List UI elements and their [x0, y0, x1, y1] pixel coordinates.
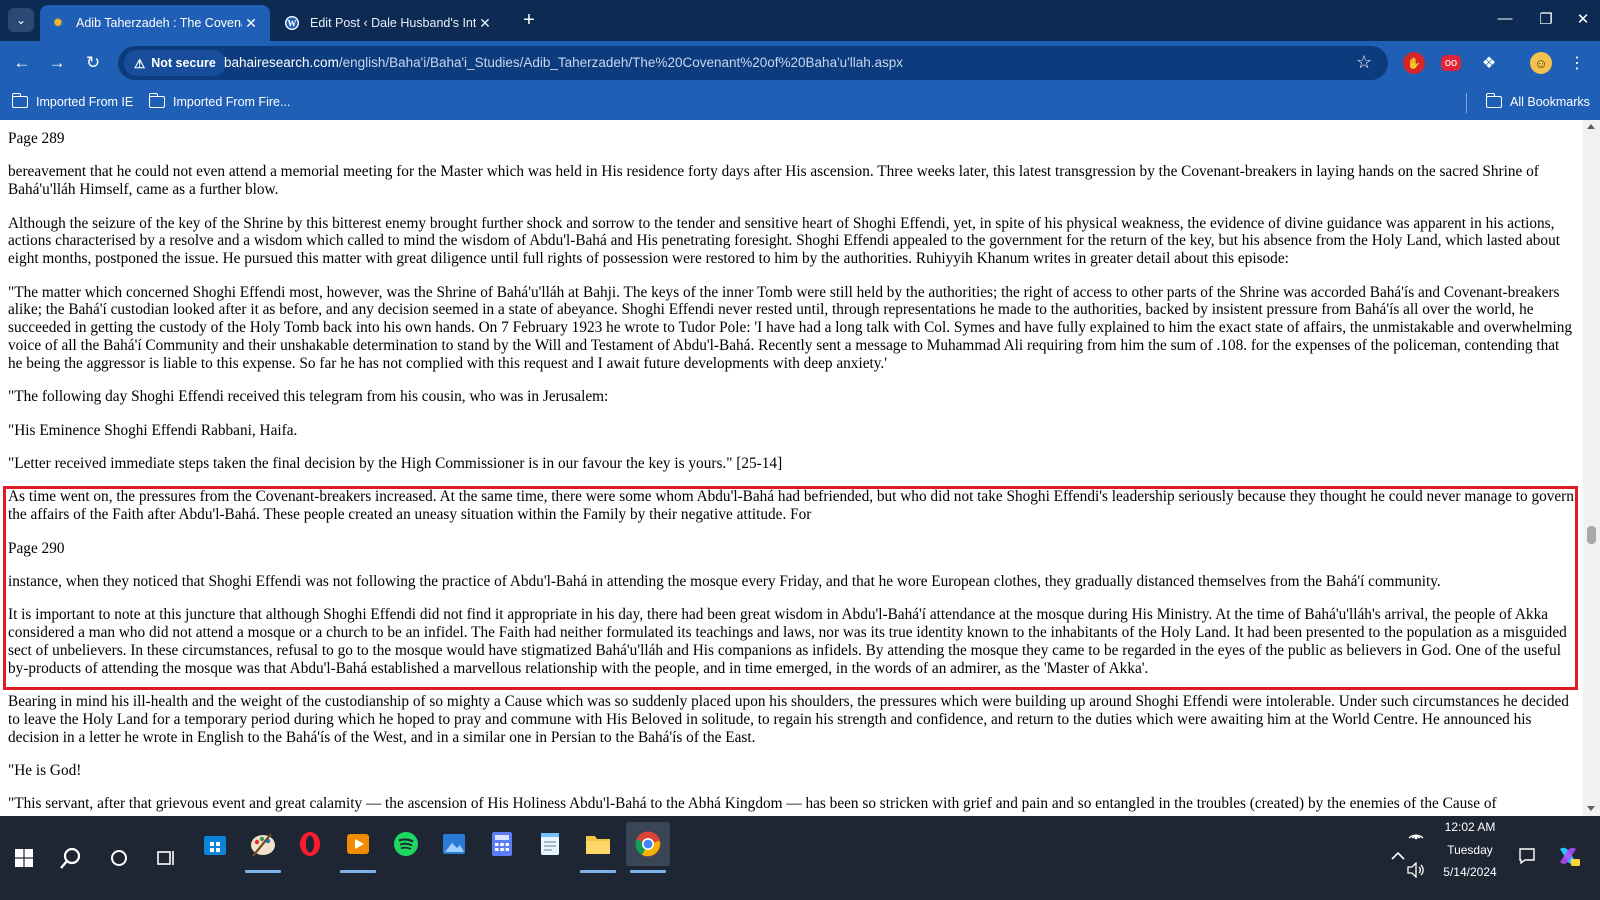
calculator-icon[interactable] — [484, 826, 520, 862]
all-bookmarks-button[interactable]: All Bookmarks — [1485, 93, 1590, 109]
red-highlight-box — [3, 486, 1578, 690]
paint-icon[interactable] — [245, 826, 281, 862]
new-tab-button[interactable]: + — [516, 9, 542, 33]
notepad-icon[interactable] — [532, 826, 568, 862]
running-indicator — [630, 870, 666, 873]
forward-button[interactable]: → — [45, 52, 69, 74]
close-window-button[interactable]: ✕ — [1568, 10, 1598, 28]
back-button[interactable]: ← — [10, 52, 34, 74]
paragraphs-before: Page 289 bereavement that he could not e… — [8, 130, 1576, 473]
article-body: Page 289 bereavement that he could not e… — [8, 130, 1576, 816]
article-paragraph: Although the seizure of the key of the S… — [8, 214, 1560, 268]
tab-title: Adib Taherzadeh : The Covenan — [76, 16, 242, 30]
clock-day[interactable]: Tuesday — [1430, 843, 1510, 857]
folder-icon — [148, 93, 165, 108]
task-view-icon[interactable] — [149, 840, 185, 876]
clock-date[interactable]: 5/14/2024 — [1430, 865, 1510, 879]
scroll-down-arrow-icon[interactable] — [1587, 806, 1595, 811]
url-host: bahairesearch.com — [224, 55, 339, 70]
bookmark-star-icon[interactable]: ☆ — [1356, 52, 1372, 73]
vertical-scrollbar[interactable] — [1583, 120, 1600, 816]
bookmark-label: Imported From Fire... — [173, 95, 291, 109]
chevron-down-icon: ⌄ — [15, 13, 27, 27]
extension-hand-icon[interactable]: ✋ — [1403, 52, 1425, 74]
tab-search-button[interactable]: ⌄ — [8, 8, 34, 32]
article-paragraph: Bearing in mind his ill-health and the w… — [8, 693, 1569, 746]
chrome-icon[interactable] — [626, 822, 670, 866]
tab-edit-post[interactable]: W Edit Post ‹ Dale Husband's Intell ✕ — [274, 5, 504, 41]
tab-title: Edit Post ‹ Dale Husband's Intell — [310, 16, 476, 30]
url-path: /english/Baha'i/Baha'i_Studies/Adib_Tahe… — [338, 55, 904, 70]
search-icon[interactable] — [53, 840, 89, 876]
all-bookmarks-label: All Bookmarks — [1510, 95, 1590, 109]
cortana-icon[interactable] — [101, 840, 137, 876]
running-indicator — [245, 870, 281, 873]
security-indicator[interactable]: ⚠ Not secure — [124, 50, 226, 76]
wordpress-icon: W — [284, 15, 300, 31]
extensions-puzzle-icon[interactable]: ❖ — [1478, 52, 1500, 74]
opera-icon[interactable] — [292, 826, 328, 862]
paragraphs-after: Bearing in mind his ill-health and the w… — [8, 693, 1576, 813]
page-viewport[interactable]: Page 289 bereavement that he could not e… — [0, 120, 1583, 816]
store-icon[interactable] — [197, 826, 233, 862]
volume-icon[interactable] — [1398, 852, 1434, 888]
restore-button[interactable]: ❐ — [1531, 10, 1561, 28]
photos-icon[interactable] — [436, 826, 472, 862]
file-explorer-icon[interactable] — [580, 826, 616, 862]
article-quote: "The following day Shoghi Effendi receiv… — [8, 388, 609, 406]
extension-badge-icon[interactable]: oo — [1441, 55, 1461, 71]
reload-button[interactable]: ↻ — [81, 52, 105, 74]
copilot-icon[interactable] — [1550, 838, 1586, 874]
bookmarks-divider — [1466, 93, 1467, 113]
scroll-up-arrow-icon[interactable] — [1587, 124, 1595, 129]
windows-start-icon[interactable] — [6, 840, 42, 876]
bahai-star-icon: ✹ — [52, 15, 64, 30]
article-quote: "This servant, after that grievous event… — [8, 795, 1497, 813]
tab-adib-taherzadeh[interactable]: ✹ Adib Taherzadeh : The Covenan ✕ — [40, 5, 270, 41]
security-label: Not secure — [151, 56, 216, 70]
spotify-icon[interactable] — [388, 826, 424, 862]
folder-icon — [11, 93, 28, 108]
warning-icon: ⚠ — [134, 56, 146, 71]
tab-strip: ⌄ ✹ Adib Taherzadeh : The Covenan ✕ W Ed… — [0, 0, 1600, 41]
profile-avatar[interactable]: ☺ — [1530, 52, 1552, 74]
svg-text:W: W — [288, 18, 297, 28]
article-paragraph: bereavement that he could not even atten… — [8, 163, 1539, 199]
notification-center-icon[interactable] — [1509, 838, 1545, 874]
extension-badge-label: oo — [1444, 57, 1458, 69]
bookmark-folder-firefox[interactable]: Imported From Fire... — [148, 93, 291, 109]
clock-time[interactable]: 12:02 AM — [1430, 820, 1510, 834]
running-indicator — [340, 870, 376, 873]
folder-icon — [1485, 93, 1502, 108]
minimize-button[interactable]: — — [1490, 10, 1520, 27]
scrollbar-thumb[interactable] — [1587, 526, 1596, 544]
bookmark-label: Imported From IE — [36, 95, 134, 109]
windows-taskbar: 12:02 AM Tuesday 5/14/2024 — [0, 816, 1600, 900]
article-quote: "He is God! — [8, 762, 82, 780]
url-text[interactable]: bahairesearch.com/english/Baha'i/Baha'i_… — [224, 55, 903, 70]
close-tab-icon[interactable]: ✕ — [476, 15, 494, 32]
bookmarks-bar: Imported From IE Imported From Fire... A… — [0, 86, 1600, 121]
article-quote: "Letter received immediate steps taken t… — [8, 454, 783, 472]
running-indicator — [580, 870, 616, 873]
close-tab-icon[interactable]: ✕ — [242, 15, 260, 32]
article-quote: "The matter which concerned Shoghi Effen… — [8, 283, 1573, 372]
browser-toolbar: ← → ↻ ⚠ Not secure bahairesearch.com/eng… — [0, 41, 1600, 86]
menu-kebab-icon[interactable]: ⋮ — [1566, 52, 1588, 74]
bookmark-folder-ie[interactable]: Imported From IE — [11, 93, 134, 109]
media-player-icon[interactable] — [340, 826, 376, 862]
article-quote: "His Eminence Shoghi Effendi Rabbani, Ha… — [8, 421, 298, 439]
page-number-289: Page 289 — [8, 130, 65, 147]
address-bar[interactable]: ⚠ Not secure bahairesearch.com/english/B… — [118, 46, 1388, 80]
